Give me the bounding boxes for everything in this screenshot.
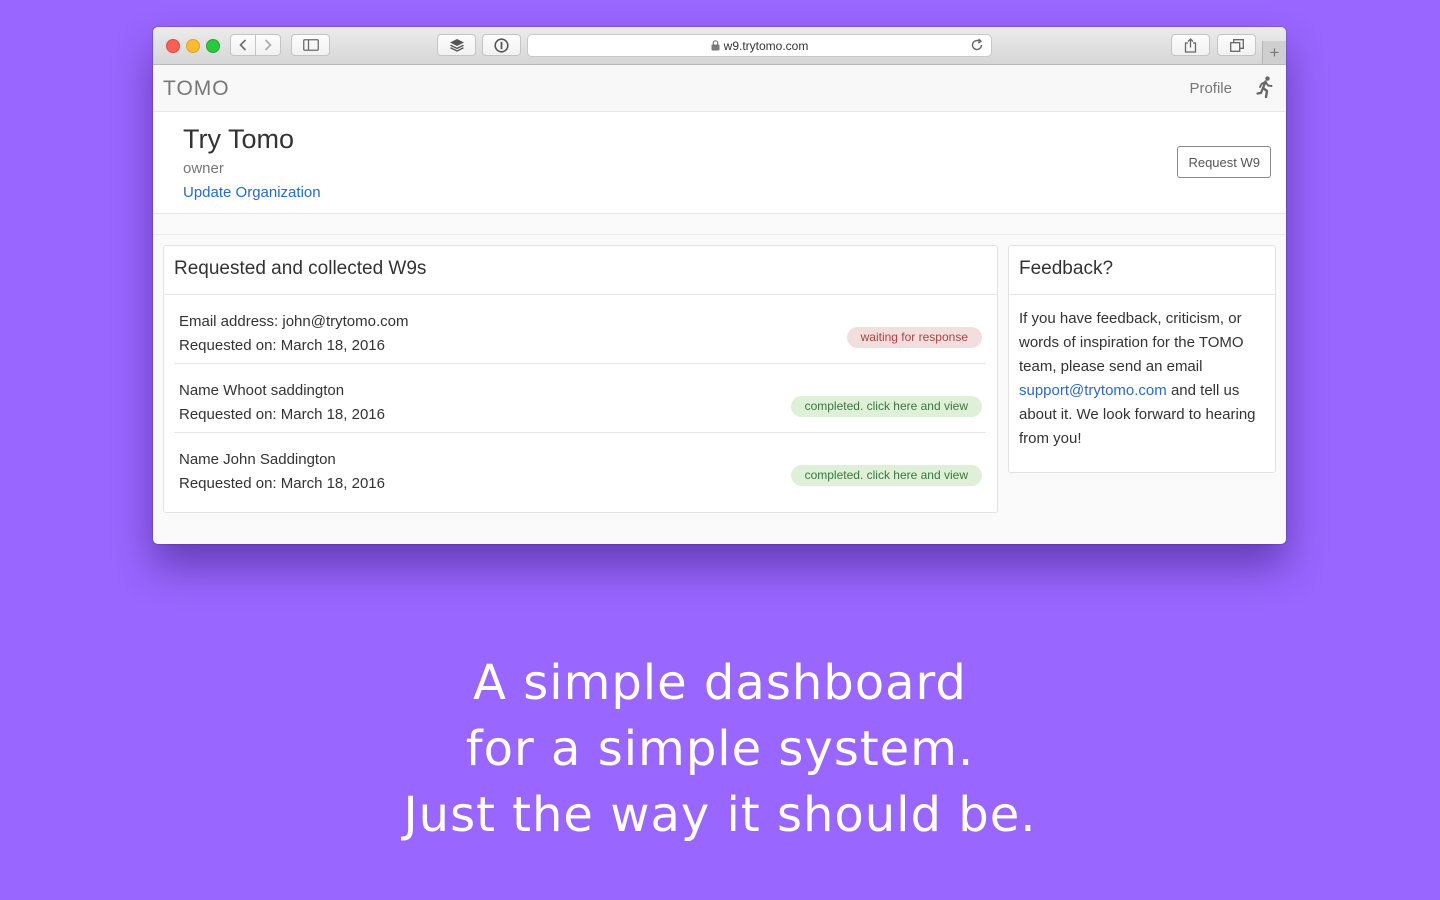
organization-role: owner	[183, 160, 224, 177]
running-person-icon	[1256, 76, 1273, 99]
sidebar-toggle-button[interactable]	[291, 34, 330, 56]
w9-request-row: Email address: john@trytomo.com Requested…	[174, 295, 986, 364]
w9-request-row: Name Whoot saddington Requested on: March…	[174, 364, 986, 433]
brand-logo[interactable]: TOMO	[163, 77, 230, 101]
feedback-panel-title: Feedback?	[1009, 246, 1275, 295]
w9-request-date: Requested on: March 18, 2016	[179, 475, 385, 492]
tabs-icon	[1229, 38, 1244, 52]
request-w9-button[interactable]: Request W9	[1177, 146, 1271, 178]
chevron-left-icon	[239, 39, 247, 51]
feedback-text: If you have feedback, criticism, or word…	[1009, 295, 1275, 463]
close-window-button[interactable]	[166, 39, 180, 53]
browser-window: w9.trytomo.com + TOMO Profile Try Tomo o…	[153, 27, 1286, 544]
nav-profile-link[interactable]: Profile	[1189, 80, 1232, 97]
w9-request-row: Name John Saddington Requested on: March …	[174, 433, 986, 502]
w9-panel-title: Requested and collected W9s	[164, 246, 997, 295]
support-email-link[interactable]: support@trytomo.com	[1019, 382, 1167, 399]
section-divider	[153, 214, 1286, 235]
marketing-tagline: A simple dashboard for a simple system. …	[0, 650, 1440, 848]
minimize-window-button[interactable]	[186, 39, 200, 53]
share-button[interactable]	[1171, 34, 1210, 56]
status-badge-completed[interactable]: completed. click here and view	[790, 465, 982, 486]
w9-request-date: Requested on: March 18, 2016	[179, 406, 385, 423]
layers-icon	[449, 39, 464, 52]
app-navbar: TOMO Profile	[153, 65, 1286, 112]
feedback-panel: Feedback? If you have feedback, criticis…	[1008, 245, 1276, 473]
lock-icon	[711, 40, 720, 51]
w9-request-recipient: Name Whoot saddington	[179, 382, 345, 399]
sidebar-icon	[302, 39, 319, 51]
password-extension-button[interactable]	[482, 34, 521, 56]
url-text: w9.trytomo.com	[723, 38, 809, 53]
tagline-line-1: A simple dashboard	[473, 655, 967, 711]
w9-request-date: Requested on: March 18, 2016	[179, 337, 385, 354]
tab-overview-button[interactable]	[1217, 34, 1256, 56]
organization-name: Try Tomo	[183, 124, 295, 154]
logout-button[interactable]	[1256, 76, 1274, 103]
chevron-right-icon	[264, 39, 272, 51]
new-tab-button[interactable]: +	[1262, 41, 1286, 64]
feedback-text-before: If you have feedback, criticism, or word…	[1019, 310, 1244, 375]
key-circle-icon	[494, 37, 509, 53]
maximize-window-button[interactable]	[206, 39, 220, 53]
w9-request-recipient: Email address: john@trytomo.com	[179, 313, 409, 330]
update-organization-link[interactable]: Update Organization	[183, 184, 321, 201]
status-badge-completed[interactable]: completed. click here and view	[790, 396, 982, 417]
buffer-extension-button[interactable]	[437, 34, 476, 56]
status-badge-waiting: waiting for response	[846, 327, 982, 348]
w9-requests-panel: Requested and collected W9s Email addres…	[163, 245, 998, 513]
reload-icon[interactable]	[970, 38, 984, 52]
browser-toolbar: w9.trytomo.com +	[153, 27, 1286, 65]
tagline-line-2: for a simple system.	[465, 721, 975, 777]
address-bar[interactable]: w9.trytomo.com	[527, 34, 992, 57]
organization-header: Try Tomo owner Update Organization Reque…	[153, 112, 1286, 214]
w9-request-recipient: Name John Saddington	[179, 451, 336, 468]
tagline-line-3: Just the way it should be.	[403, 787, 1037, 843]
back-button[interactable]	[230, 34, 256, 56]
forward-button[interactable]	[255, 34, 281, 56]
share-icon	[1184, 37, 1197, 53]
